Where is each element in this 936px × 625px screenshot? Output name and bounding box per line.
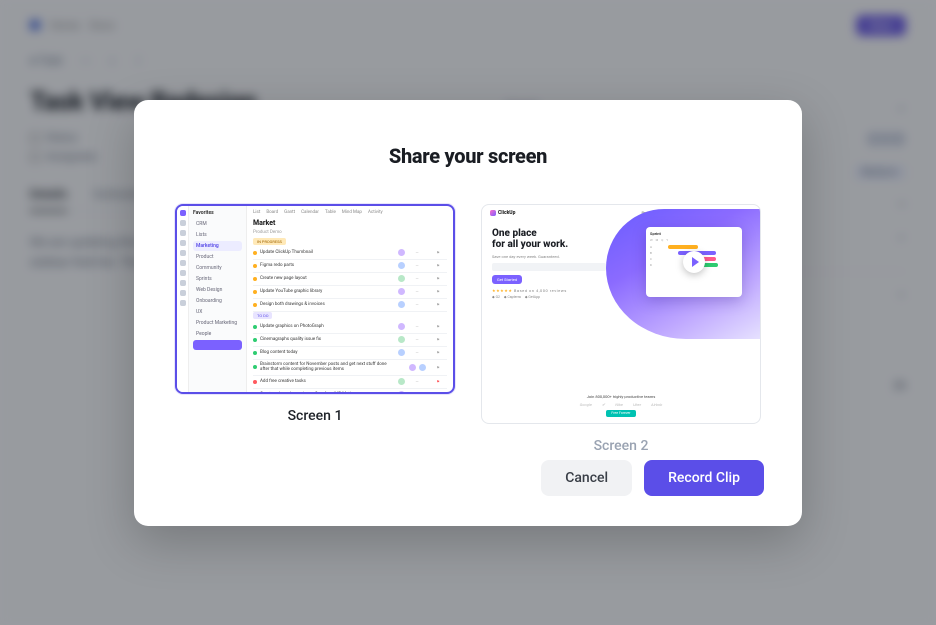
play-icon: [683, 251, 705, 273]
modal-actions: Cancel Record Clip: [172, 460, 764, 496]
screen-2-label: Screen 2: [481, 438, 761, 454]
screen-option-1[interactable]: Favorites CRM Lists Marketing Product Co…: [175, 204, 455, 424]
record-clip-button[interactable]: Record Clip: [644, 460, 764, 496]
screen-option-2[interactable]: ClickUp ProductLearnPricingEnterpriseLog…: [481, 204, 761, 424]
share-screen-modal: Share your screen Favorites CRM Lists Ma…: [134, 100, 802, 526]
cancel-button[interactable]: Cancel: [541, 460, 632, 496]
screen-1-label: Screen 1: [175, 408, 455, 424]
screen-options: Favorites CRM Lists Marketing Product Co…: [172, 204, 764, 424]
screen-2-thumbnail: ClickUp ProductLearnPricingEnterpriseLog…: [481, 204, 761, 424]
screen-1-thumbnail: Favorites CRM Lists Marketing Product Co…: [175, 204, 455, 394]
modal-title: Share your screen: [172, 144, 764, 168]
